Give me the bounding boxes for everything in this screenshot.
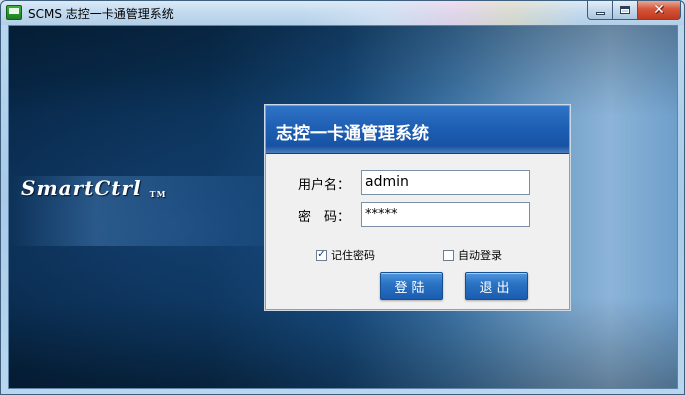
auto-login-label[interactable]: 自动登录 — [458, 247, 502, 263]
logo-trademark: TM — [149, 189, 167, 199]
close-icon: ✕ — [653, 2, 665, 18]
username-label: 用户名： — [298, 178, 351, 193]
password-input[interactable]: ***** — [361, 202, 530, 227]
password-label: 密 码： — [298, 210, 351, 225]
minimize-button[interactable] — [587, 1, 613, 20]
minimize-icon — [595, 11, 605, 15]
remember-password-label[interactable]: 记住密码 — [331, 247, 375, 263]
auto-login-checkbox[interactable] — [443, 249, 454, 261]
close-button[interactable]: ✕ — [637, 1, 681, 20]
title-bar[interactable]: SCMS 志控一卡通管理系统 ✕ — [1, 1, 684, 25]
title-bar-background — [301, 1, 581, 25]
app-icon — [6, 5, 22, 20]
login-dialog: 志控一卡通管理系统 用户名： admin 密 码： ***** ✓ 记住密码 自… — [265, 105, 570, 310]
app-window: SCMS 志控一卡通管理系统 ✕ SmartCtrl TM 志控一卡通管理系统 用… — [0, 0, 685, 395]
username-input[interactable]: admin — [361, 170, 530, 195]
login-dialog-header: 志控一卡通管理系统 — [266, 106, 569, 154]
remember-password-option[interactable]: ✓ 记住密码 — [316, 247, 375, 263]
remember-password-checkbox[interactable]: ✓ — [316, 249, 327, 261]
window-title: SCMS 志控一卡通管理系统 — [28, 7, 174, 21]
maximize-button[interactable] — [612, 1, 638, 20]
checkmark-icon: ✓ — [317, 249, 326, 260]
login-button[interactable]: 登陆 — [380, 272, 443, 300]
smartctrl-logo: SmartCtrl TM — [21, 176, 166, 200]
logo-text: SmartCtrl — [21, 176, 142, 200]
exit-button[interactable]: 退出 — [465, 272, 528, 300]
login-dialog-title: 志控一卡通管理系统 — [276, 124, 429, 144]
maximize-icon — [620, 6, 630, 14]
auto-login-option[interactable]: 自动登录 — [443, 247, 502, 263]
